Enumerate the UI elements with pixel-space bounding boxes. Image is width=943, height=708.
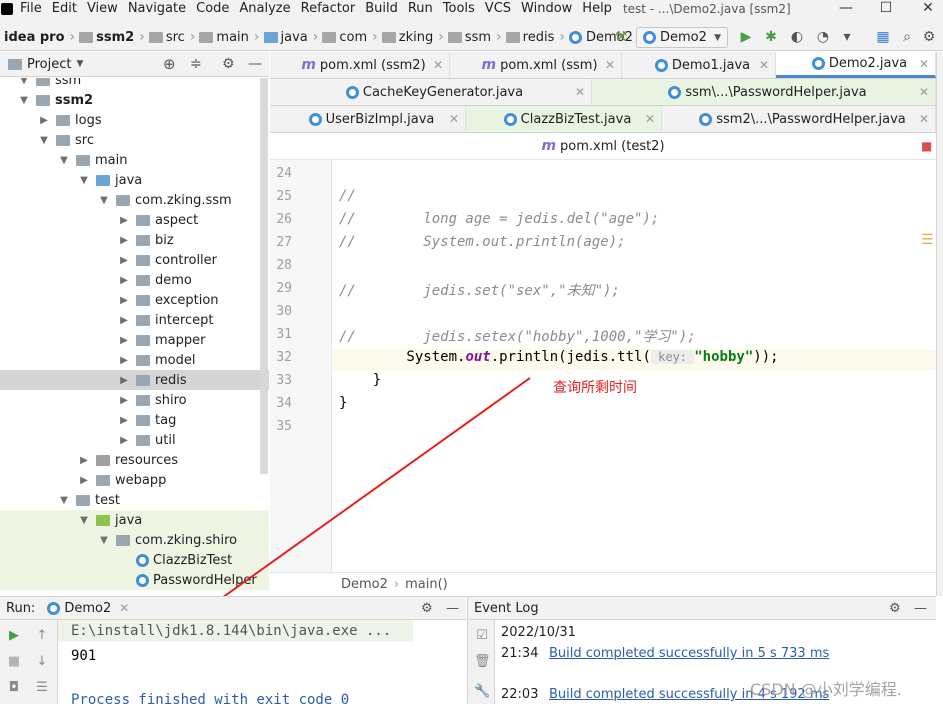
event-date: 2022/10/31 (501, 625, 576, 640)
event-log-toolbar: ☑ 🗑 🔧 (467, 620, 495, 704)
event-time: 21:34 (501, 646, 539, 661)
class-icon (47, 601, 61, 615)
footer-method[interactable]: main() (405, 577, 448, 592)
event-log-title: Event Log (474, 600, 539, 616)
down-icon[interactable]: ↓ (34, 654, 50, 670)
trash-icon[interactable]: 🗑 (474, 654, 491, 670)
up-icon[interactable]: ↑ (34, 628, 50, 644)
wrench-icon[interactable]: 🔧 (474, 684, 490, 700)
run-toolbar: ▶ ↑ ■ ↓ ◘ ☰ (0, 620, 58, 704)
stop-icon[interactable]: ■ (6, 654, 22, 670)
editor-breadcrumb: Demo2 › main() (270, 572, 936, 595)
gear-icon[interactable]: ⚙ (889, 601, 901, 616)
console-command: E:\install\jdk1.8.144\bin\java.exe ... (71, 623, 392, 639)
hide-panel-icon[interactable]: — (914, 601, 927, 616)
console-finish: Process finished with exit code 0 (71, 692, 350, 708)
annotation-label: 查询所剩时间 (553, 380, 637, 396)
hide-panel-icon[interactable]: — (446, 601, 459, 616)
event-time: 22:03 (501, 687, 539, 702)
footer-class[interactable]: Demo2 (341, 577, 388, 592)
gear-icon[interactable]: ⚙ (421, 601, 433, 616)
event-log-header: Event Log ⚙ — (467, 596, 936, 620)
soft-wrap-icon[interactable]: ☰ (34, 680, 50, 696)
run-tab-demo2[interactable]: Demo2 (64, 601, 111, 616)
console-output[interactable]: E:\install\jdk1.8.144\bin\java.exe ... 9… (58, 620, 466, 708)
close-tab-icon[interactable]: ✕ (119, 601, 129, 615)
rerun-icon[interactable]: ▶ (6, 628, 22, 644)
mark-read-icon[interactable]: ☑ (474, 628, 490, 644)
camera-icon[interactable]: ◘ (6, 680, 22, 696)
event-link[interactable]: Build completed successfully in 5 s 733 … (549, 646, 829, 661)
watermark: CSDN @小刘学编程. (750, 680, 902, 699)
console-result: 901 (71, 648, 97, 664)
run-panel-header: Run: Demo2 ✕ ⚙ — (0, 596, 466, 620)
